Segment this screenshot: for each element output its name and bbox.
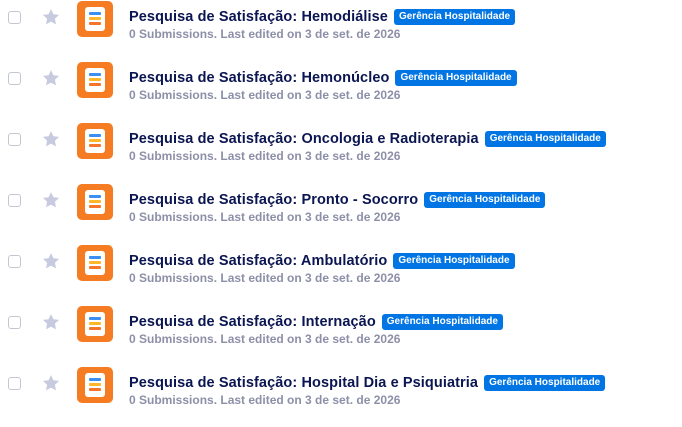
form-title[interactable]: Pesquisa de Satisfação: Hospital Dia e P… (129, 375, 478, 391)
folder-badge[interactable]: Gerência Hospitalidade (393, 253, 515, 269)
folder-badge[interactable]: Gerência Hospitalidade (424, 192, 546, 208)
star-icon[interactable] (41, 7, 61, 27)
form-title-line: Pesquisa de Satisfação: Hemonúcleo Gerên… (129, 68, 517, 88)
form-icon (77, 306, 113, 342)
folder-badge[interactable]: Gerência Hospitalidade (484, 131, 606, 147)
form-title[interactable]: Pesquisa de Satisfação: Ambulatório (129, 253, 387, 269)
form-title-line: Pesquisa de Satisfação: Hemodiálise Gerê… (129, 7, 516, 27)
form-title[interactable]: Pesquisa de Satisfação: Hemodiálise (129, 9, 388, 25)
form-title[interactable]: Pesquisa de Satisfação: Pronto - Socorro (129, 192, 418, 208)
form-icon (77, 367, 113, 403)
folder-badge[interactable]: Gerência Hospitalidade (484, 375, 606, 391)
star-icon[interactable] (41, 129, 61, 149)
star-icon[interactable] (41, 373, 61, 393)
form-meta: 0 Submissions. Last edited on 3 de set. … (129, 210, 401, 224)
form-title-line: Pesquisa de Satisfação: Internação Gerên… (129, 312, 503, 332)
form-meta: 0 Submissions. Last edited on 3 de set. … (129, 393, 401, 407)
form-title[interactable]: Pesquisa de Satisfação: Internação (129, 314, 376, 330)
folder-badge[interactable]: Gerência Hospitalidade (393, 9, 516, 25)
select-checkbox[interactable] (8, 194, 21, 207)
form-title-line: Pesquisa de Satisfação: Pronto - Socorro… (129, 190, 546, 210)
form-list: Pesquisa de Satisfação: Hemodiálise Gerê… (0, 0, 682, 427)
form-meta: 0 Submissions. Last edited on 3 de set. … (129, 149, 401, 163)
folder-badge[interactable]: Gerência Hospitalidade (381, 314, 503, 330)
form-list-item[interactable]: Pesquisa de Satisfação: Hospital Dia e P… (0, 366, 682, 427)
form-title[interactable]: Pesquisa de Satisfação: Oncologia e Radi… (129, 131, 479, 147)
form-list-item[interactable]: Pesquisa de Satisfação: Ambulatório Gerê… (0, 244, 682, 305)
folder-badge[interactable]: Gerência Hospitalidade (395, 70, 517, 86)
star-icon[interactable] (41, 190, 61, 210)
form-meta: 0 Submissions. Last edited on 3 de set. … (129, 271, 401, 285)
form-title-line: Pesquisa de Satisfação: Hospital Dia e P… (129, 373, 606, 393)
star-icon[interactable] (41, 251, 61, 271)
star-icon[interactable] (41, 312, 61, 332)
form-icon (77, 245, 113, 281)
form-meta: 0 Submissions. Last edited on 3 de set. … (129, 88, 401, 102)
form-list-item[interactable]: Pesquisa de Satisfação: Internação Gerên… (0, 305, 682, 366)
select-checkbox[interactable] (8, 133, 21, 146)
form-meta: 0 Submissions. Last edited on 3 de set. … (129, 332, 401, 346)
form-title-line: Pesquisa de Satisfação: Ambulatório Gerê… (129, 251, 515, 271)
form-title-line: Pesquisa de Satisfação: Oncologia e Radi… (129, 129, 606, 149)
star-icon[interactable] (41, 68, 61, 88)
form-icon (77, 62, 113, 98)
select-checkbox[interactable] (8, 255, 21, 268)
select-checkbox[interactable] (8, 11, 21, 24)
form-meta: 0 Submissions. Last edited on 3 de set. … (129, 27, 401, 41)
select-checkbox[interactable] (8, 377, 21, 390)
form-icon (77, 1, 113, 37)
form-icon (77, 123, 113, 159)
form-list-item[interactable]: Pesquisa de Satisfação: Hemodiálise Gerê… (0, 0, 682, 61)
form-list-item[interactable]: Pesquisa de Satisfação: Pronto - Socorro… (0, 183, 682, 244)
form-icon (77, 184, 113, 220)
form-list-item[interactable]: Pesquisa de Satisfação: Oncologia e Radi… (0, 122, 682, 183)
form-title[interactable]: Pesquisa de Satisfação: Hemonúcleo (129, 70, 389, 86)
select-checkbox[interactable] (8, 316, 21, 329)
select-checkbox[interactable] (8, 72, 21, 85)
form-list-item[interactable]: Pesquisa de Satisfação: Hemonúcleo Gerên… (0, 61, 682, 122)
